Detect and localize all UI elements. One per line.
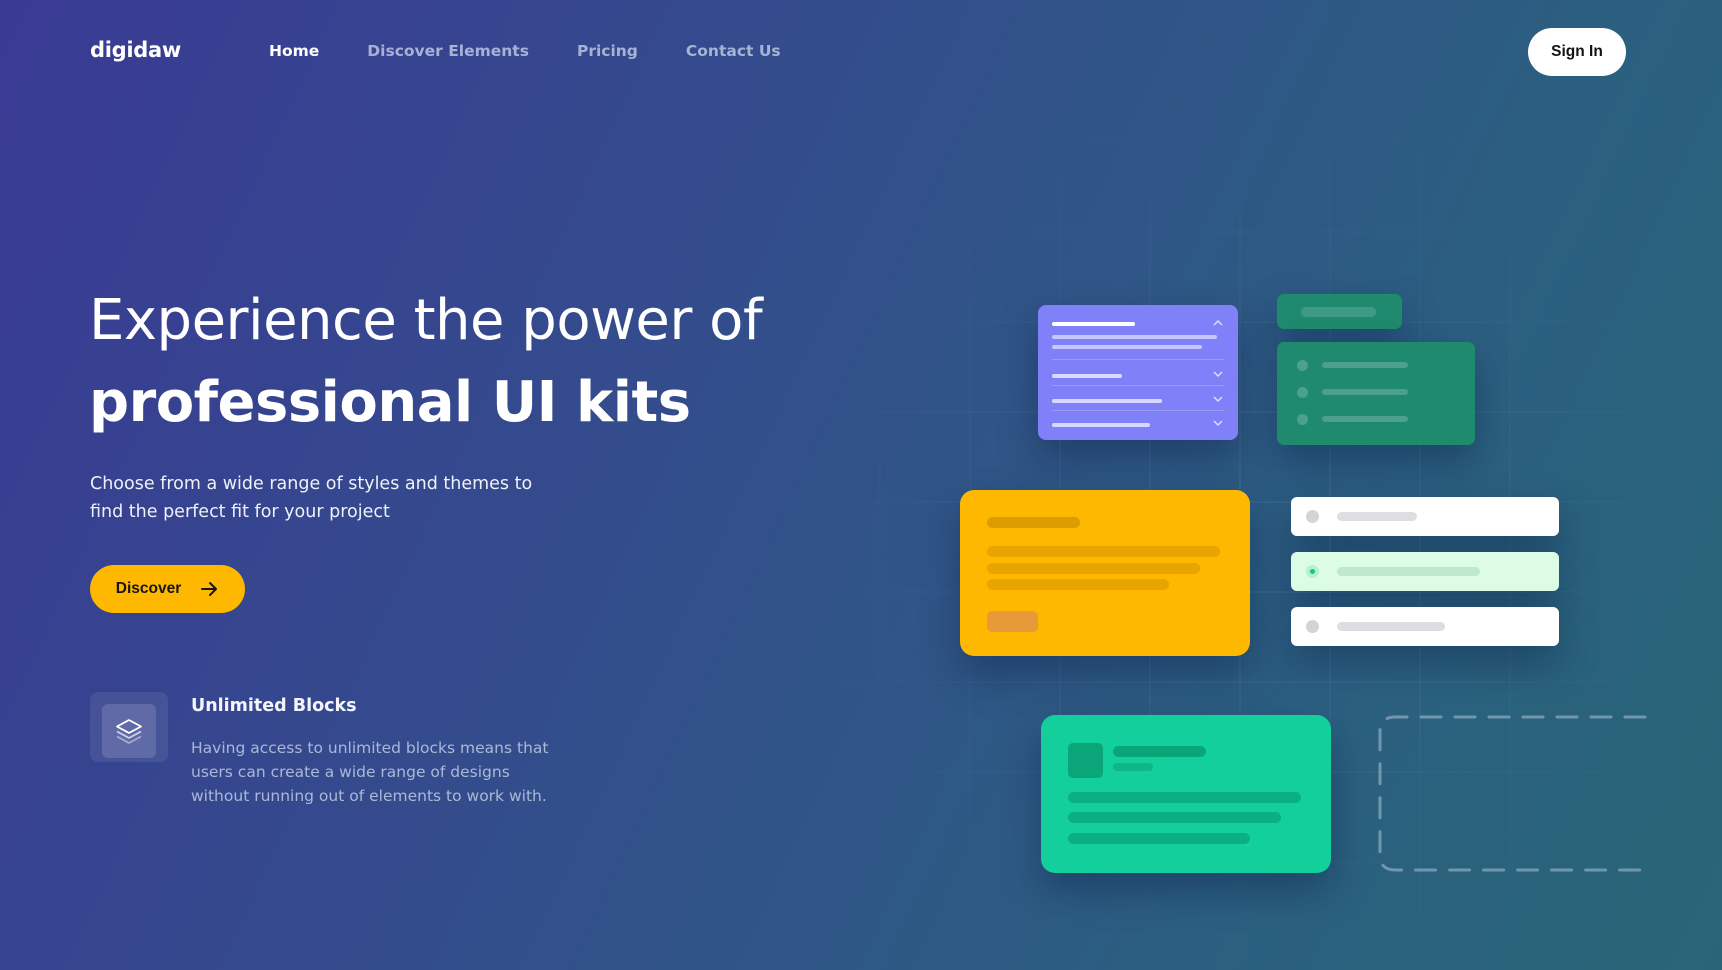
option-row [1291, 607, 1559, 646]
nav-link-contact-us[interactable]: Contact Us [686, 42, 781, 60]
sign-in-button[interactable]: Sign In [1528, 28, 1626, 76]
mint-content-card [1041, 715, 1331, 873]
feature-icon-box [90, 692, 168, 762]
feature-description: Having access to unlimited blocks means … [191, 739, 549, 805]
discover-button-label: Discover [115, 580, 182, 597]
hero-title-line2: professional UI kits [89, 370, 691, 435]
main-nav: Home Discover Elements Pricing Contact U… [269, 42, 781, 60]
chevron-down-icon [1213, 420, 1223, 427]
feature-title: Unlimited Blocks [191, 696, 357, 716]
hero-subtitle: Choose from a wide range of styles and t… [90, 474, 533, 522]
chevron-down-icon [1213, 371, 1223, 378]
discover-button[interactable]: Discover [90, 565, 245, 613]
green-list-card [1277, 342, 1475, 445]
ui-kit-illustration [760, 120, 1660, 970]
hero-title-line1: Experience the power of [89, 288, 763, 353]
nav-link-discover-elements[interactable]: Discover Elements [367, 42, 529, 60]
accordion-card [1038, 305, 1238, 440]
arrow-right-icon [201, 582, 218, 596]
landing-page: digidaw Home Discover Elements Pricing C… [0, 0, 1722, 970]
option-row-selected [1291, 552, 1559, 591]
nav-link-pricing[interactable]: Pricing [577, 42, 638, 60]
logo[interactable]: digidaw [90, 38, 181, 62]
chevron-down-icon [1213, 396, 1223, 403]
option-row [1291, 497, 1559, 536]
nav-link-home[interactable]: Home [269, 42, 319, 60]
layers-icon [116, 719, 142, 744]
dashed-placeholder [1378, 715, 1647, 872]
yellow-content-card [960, 490, 1250, 656]
layers-icon-tile [102, 704, 156, 758]
green-tag [1277, 294, 1402, 329]
chevron-up-icon [1213, 319, 1223, 326]
